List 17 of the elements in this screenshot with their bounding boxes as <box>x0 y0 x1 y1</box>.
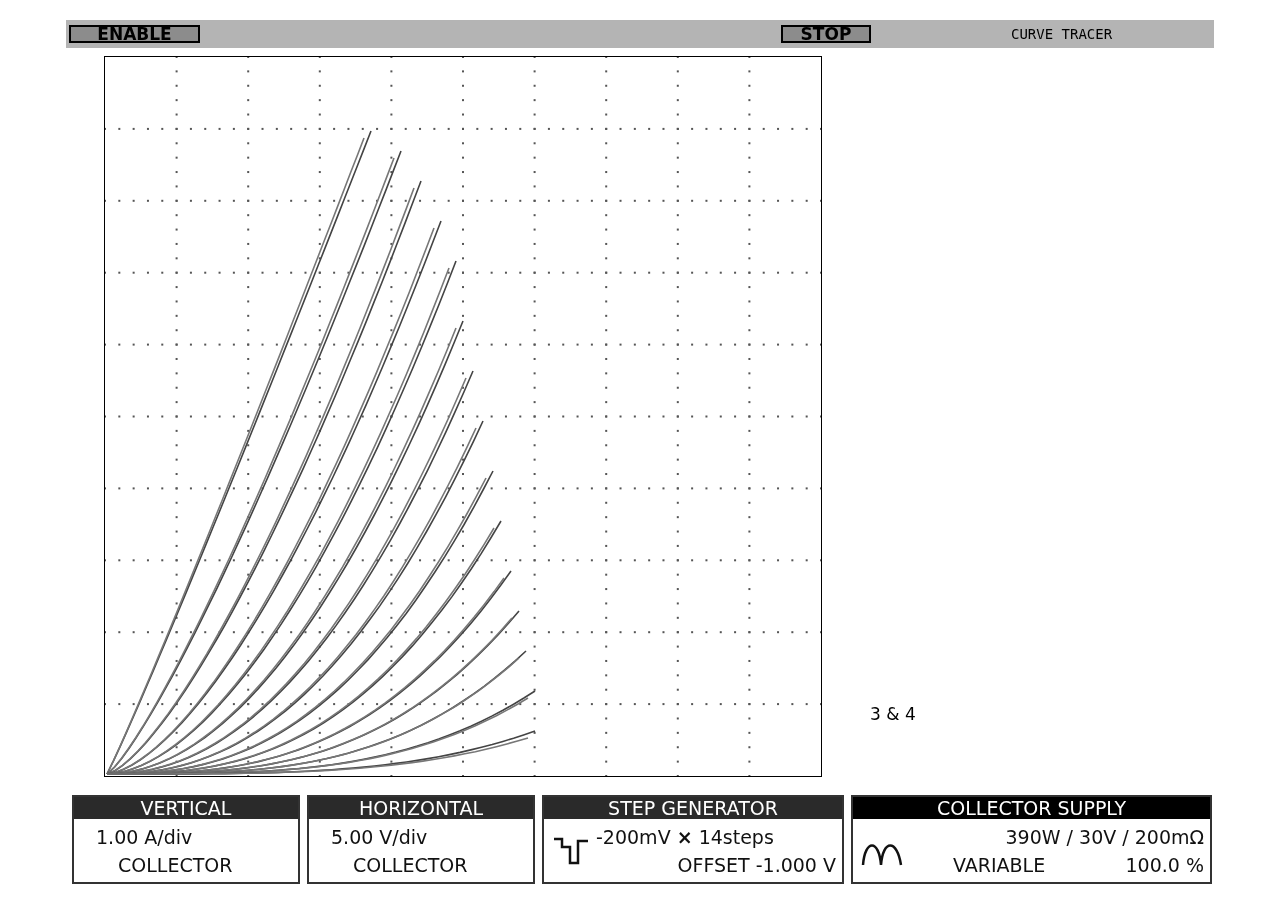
annotation-label: 3 & 4 <box>870 702 916 726</box>
panel-title: COLLECTOR SUPPLY <box>853 797 1210 819</box>
mode-button[interactable]: ENABLE <box>69 25 200 43</box>
setting-value: VARIABLE <box>953 852 1046 878</box>
setting-value: -200mV × 14steps <box>596 824 774 850</box>
setting-value: 100.0 % <box>1125 852 1204 878</box>
setting-value: COLLECTOR <box>353 852 468 878</box>
setting-value: 5.00 V/div <box>331 824 428 850</box>
panel-title: STEP GENERATOR <box>544 797 842 819</box>
setting-value: 1.00 A/div <box>96 824 193 850</box>
mode-button[interactable]: STOP <box>781 25 871 43</box>
setting-value: OFFSET -1.000 V <box>677 852 836 878</box>
instrument-title: CURVE TRACER <box>1011 24 1113 44</box>
panel-title: VERTICAL <box>74 797 298 819</box>
setting-value: 390W / 30V / 200mΩ <box>1005 824 1204 850</box>
panel-title: HORIZONTAL <box>309 797 533 819</box>
setting-value: COLLECTOR <box>118 852 233 878</box>
